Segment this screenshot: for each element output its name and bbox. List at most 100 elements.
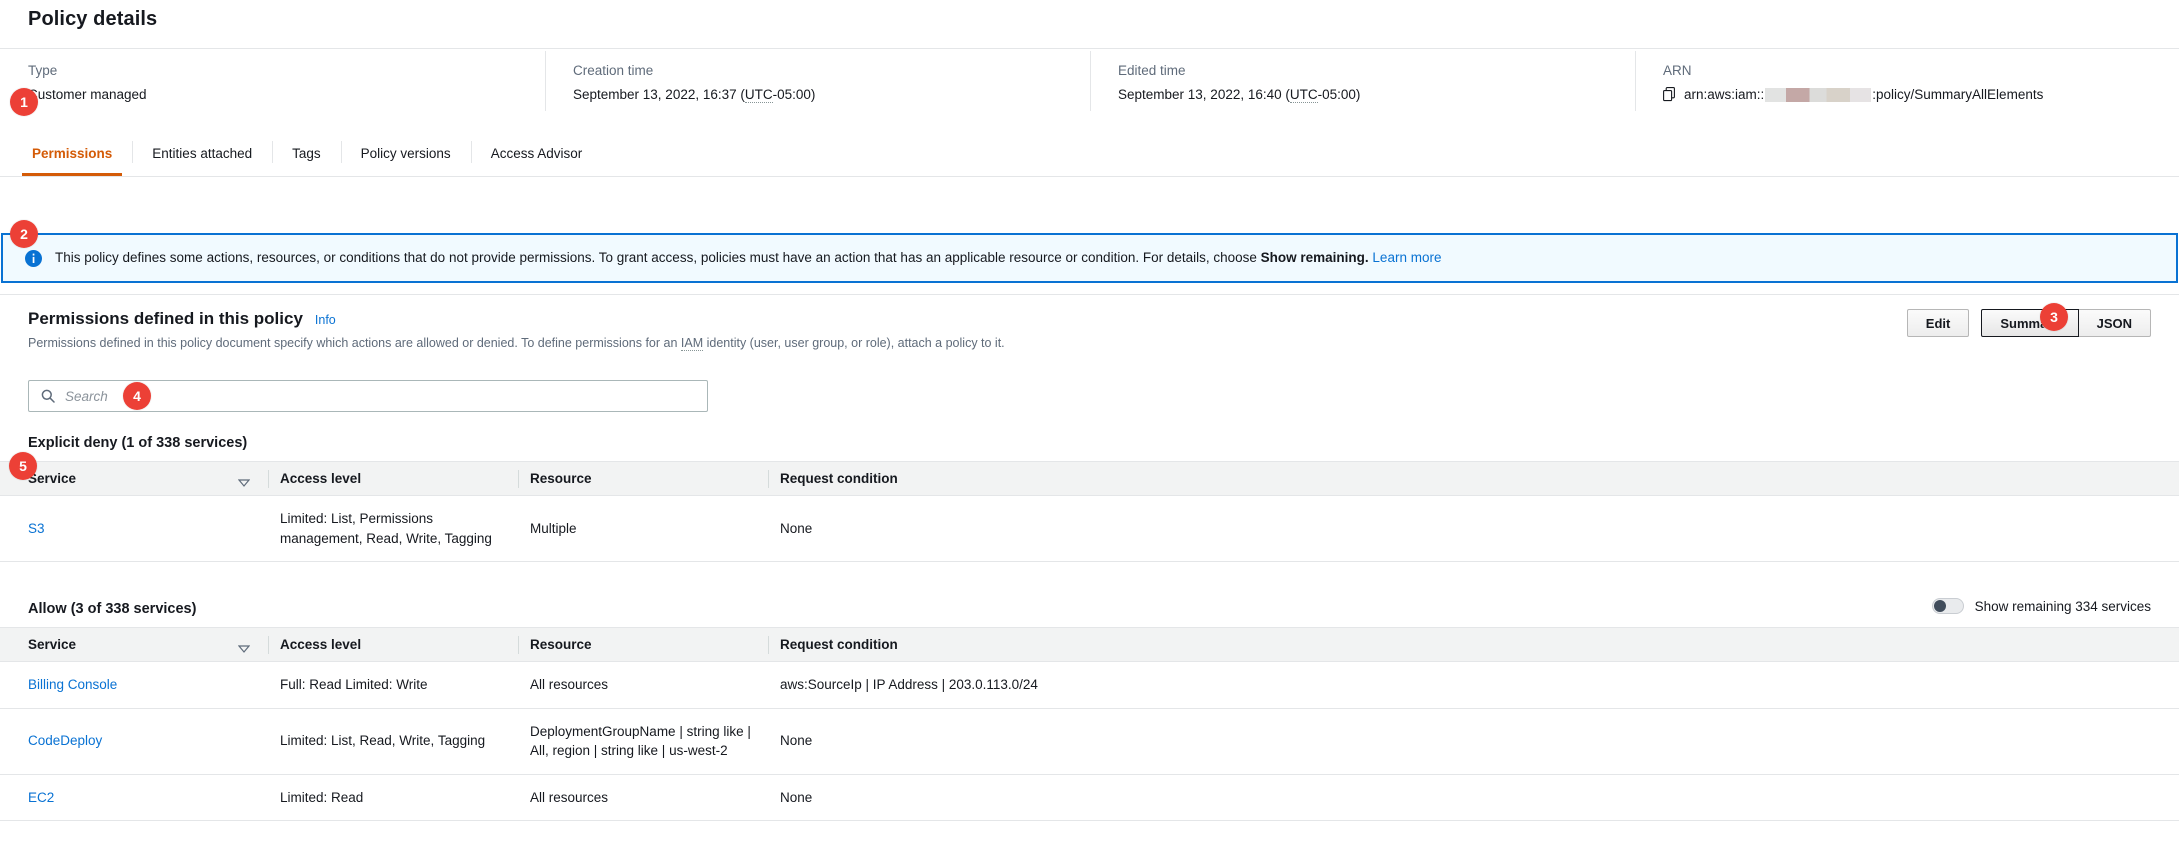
column-header-access-level: Access level xyxy=(268,628,518,662)
explicit-deny-title: Explicit deny (1 of 338 services) xyxy=(28,435,247,451)
allow-table: Service Access level Resource Request co… xyxy=(0,627,2179,821)
detail-creation-time-value: September 13, 2022, 16:37 (UTC-05:00) xyxy=(573,87,1090,103)
sort-descending-icon xyxy=(238,641,250,649)
arn-value-row: arn:aws:iam:::policy/SummaryAllElements xyxy=(1663,87,2179,102)
column-header-request-condition: Request condition xyxy=(768,628,2179,662)
column-header-resource: Resource xyxy=(518,462,768,496)
iam-abbr: IAM xyxy=(681,336,703,351)
cell-resource: DeploymentGroupName | string like | All,… xyxy=(518,708,768,774)
tabs-underline xyxy=(0,176,2179,177)
show-remaining-toggle-label: Show remaining 334 services xyxy=(1975,599,2151,614)
toggle-knob xyxy=(1934,600,1946,612)
arn-text: arn:aws:iam:::policy/SummaryAllElements xyxy=(1684,87,2043,102)
edit-button[interactable]: Edit xyxy=(1907,309,1970,337)
arn-suffix: :policy/SummaryAllElements xyxy=(1872,87,2043,102)
permissions-defined-section: Permissions defined in this policy Info … xyxy=(0,294,2179,352)
allow-table-body: Billing Console Full: Read Limited: Writ… xyxy=(0,662,2179,821)
annotation-badge-5: 5 xyxy=(9,452,37,480)
creation-time-suffix: -05:00) xyxy=(773,87,816,102)
detail-creation-time-label: Creation time xyxy=(573,63,1090,79)
banner-text-bold: Show remaining. xyxy=(1261,250,1369,265)
cell-access-level: Limited: List, Permissions management, R… xyxy=(268,496,518,562)
arn-prefix: arn:aws:iam:: xyxy=(1684,87,1764,102)
column-header-service-label: Service xyxy=(28,471,76,486)
explicit-deny-header: Explicit deny (1 of 338 services) xyxy=(0,425,2179,461)
permissions-desc-part2: identity (user, user group, or role), at… xyxy=(703,336,1005,350)
cell-access-level: Limited: List, Read, Write, Tagging xyxy=(268,708,518,774)
table-row: S3 Limited: List, Permissions management… xyxy=(0,496,2179,562)
annotation-badge-3: 3 xyxy=(2040,303,2068,331)
table-header-row: Service Access level Resource Request co… xyxy=(0,628,2179,662)
edited-time-tz-abbr: UTC xyxy=(1290,87,1318,103)
tab-policy-versions[interactable]: Policy versions xyxy=(341,130,471,176)
detail-edited-time-label: Edited time xyxy=(1118,63,1635,79)
tab-list: Permissions Entities attached Tags Polic… xyxy=(0,130,2179,176)
allow-group: Allow (3 of 338 services) Show remaining… xyxy=(0,591,2179,821)
table-header-row: Service Access level Resource Request co… xyxy=(0,462,2179,496)
annotation-badge-1: 1 xyxy=(10,88,38,116)
column-header-resource: Resource xyxy=(518,628,768,662)
cell-request-condition: None xyxy=(768,708,2179,774)
info-banner-text: This policy defines some actions, resour… xyxy=(55,249,1441,267)
banner-text-part1: This policy defines some actions, resour… xyxy=(55,250,1261,265)
service-link-ec2[interactable]: EC2 xyxy=(28,790,54,805)
cell-access-level: Limited: Read xyxy=(268,774,518,821)
explicit-deny-table: Service Access level Resource Request co… xyxy=(0,461,2179,562)
cell-service: CodeDeploy xyxy=(0,708,268,774)
learn-more-link[interactable]: Learn more xyxy=(1372,250,1441,265)
tab-entities-attached[interactable]: Entities attached xyxy=(132,130,272,176)
show-remaining-toggle[interactable] xyxy=(1932,598,1964,614)
detail-type: Type Customer managed xyxy=(0,49,545,121)
arn-redacted-account-id xyxy=(1765,88,1871,102)
policy-tabs: Permissions Entities attached Tags Polic… xyxy=(0,130,2179,177)
detail-edited-time-value: September 13, 2022, 16:40 (UTC-05:00) xyxy=(1118,87,1635,103)
annotation-badge-4: 4 xyxy=(123,382,151,410)
detail-type-label: Type xyxy=(28,63,545,79)
table-row: CodeDeploy Limited: List, Read, Write, T… xyxy=(0,708,2179,774)
column-header-service[interactable]: Service xyxy=(0,628,268,662)
annotation-badge-2: 2 xyxy=(10,220,38,248)
creation-time-prefix: September 13, 2022, 16:37 ( xyxy=(573,87,745,102)
info-link[interactable]: Info xyxy=(315,313,336,327)
table-row: EC2 Limited: Read All resources None xyxy=(0,774,2179,821)
tab-access-advisor[interactable]: Access Advisor xyxy=(471,130,603,176)
creation-time-tz-abbr: UTC xyxy=(745,87,773,103)
policy-details-page: Policy details Type Customer managed Cre… xyxy=(0,0,2179,846)
edited-time-suffix: -05:00) xyxy=(1318,87,1361,102)
cell-service: S3 xyxy=(0,496,268,562)
policy-detail-columns: Type Customer managed Creation time Sept… xyxy=(0,49,2179,121)
tab-permissions[interactable]: Permissions xyxy=(12,130,132,176)
permissions-title: Permissions defined in this policy xyxy=(28,309,303,329)
view-mode-button-group: Edit Summary JSON xyxy=(1907,309,2151,337)
edited-time-prefix: September 13, 2022, 16:40 ( xyxy=(1118,87,1290,102)
column-header-access-level: Access level xyxy=(268,462,518,496)
column-header-service[interactable]: Service xyxy=(0,462,268,496)
service-link-codedeploy[interactable]: CodeDeploy xyxy=(28,733,102,748)
column-header-service-label: Service xyxy=(28,637,76,652)
detail-edited-time: Edited time September 13, 2022, 16:40 (U… xyxy=(1090,49,1635,121)
allow-header: Allow (3 of 338 services) Show remaining… xyxy=(0,591,2179,627)
show-remaining-toggle-wrapper[interactable]: Show remaining 334 services xyxy=(1932,598,2151,614)
cell-resource: Multiple xyxy=(518,496,768,562)
search-icon xyxy=(41,389,55,403)
search-input[interactable] xyxy=(65,389,695,404)
column-header-request-condition: Request condition xyxy=(768,462,2179,496)
cell-service: Billing Console xyxy=(0,662,268,709)
table-row: Billing Console Full: Read Limited: Writ… xyxy=(0,662,2179,709)
cell-resource: All resources xyxy=(518,662,768,709)
permissions-title-row: Permissions defined in this policy Info xyxy=(28,309,2151,329)
cell-service: EC2 xyxy=(0,774,268,821)
tab-tags[interactable]: Tags xyxy=(272,130,341,176)
cell-resource: All resources xyxy=(518,774,768,821)
detail-creation-time: Creation time September 13, 2022, 16:37 … xyxy=(545,49,1090,121)
cell-request-condition: None xyxy=(768,774,2179,821)
permissions-header: Permissions defined in this policy Info … xyxy=(0,294,2179,352)
service-link-s3[interactable]: S3 xyxy=(28,521,45,536)
detail-type-value: Customer managed xyxy=(28,87,545,103)
explicit-deny-table-head: Service Access level Resource Request co… xyxy=(0,462,2179,496)
service-link-billing-console[interactable]: Billing Console xyxy=(28,677,117,692)
copy-icon[interactable] xyxy=(1663,87,1677,102)
json-button[interactable]: JSON xyxy=(2078,309,2151,337)
sort-descending-icon xyxy=(238,475,250,483)
info-circle-icon xyxy=(25,250,42,267)
